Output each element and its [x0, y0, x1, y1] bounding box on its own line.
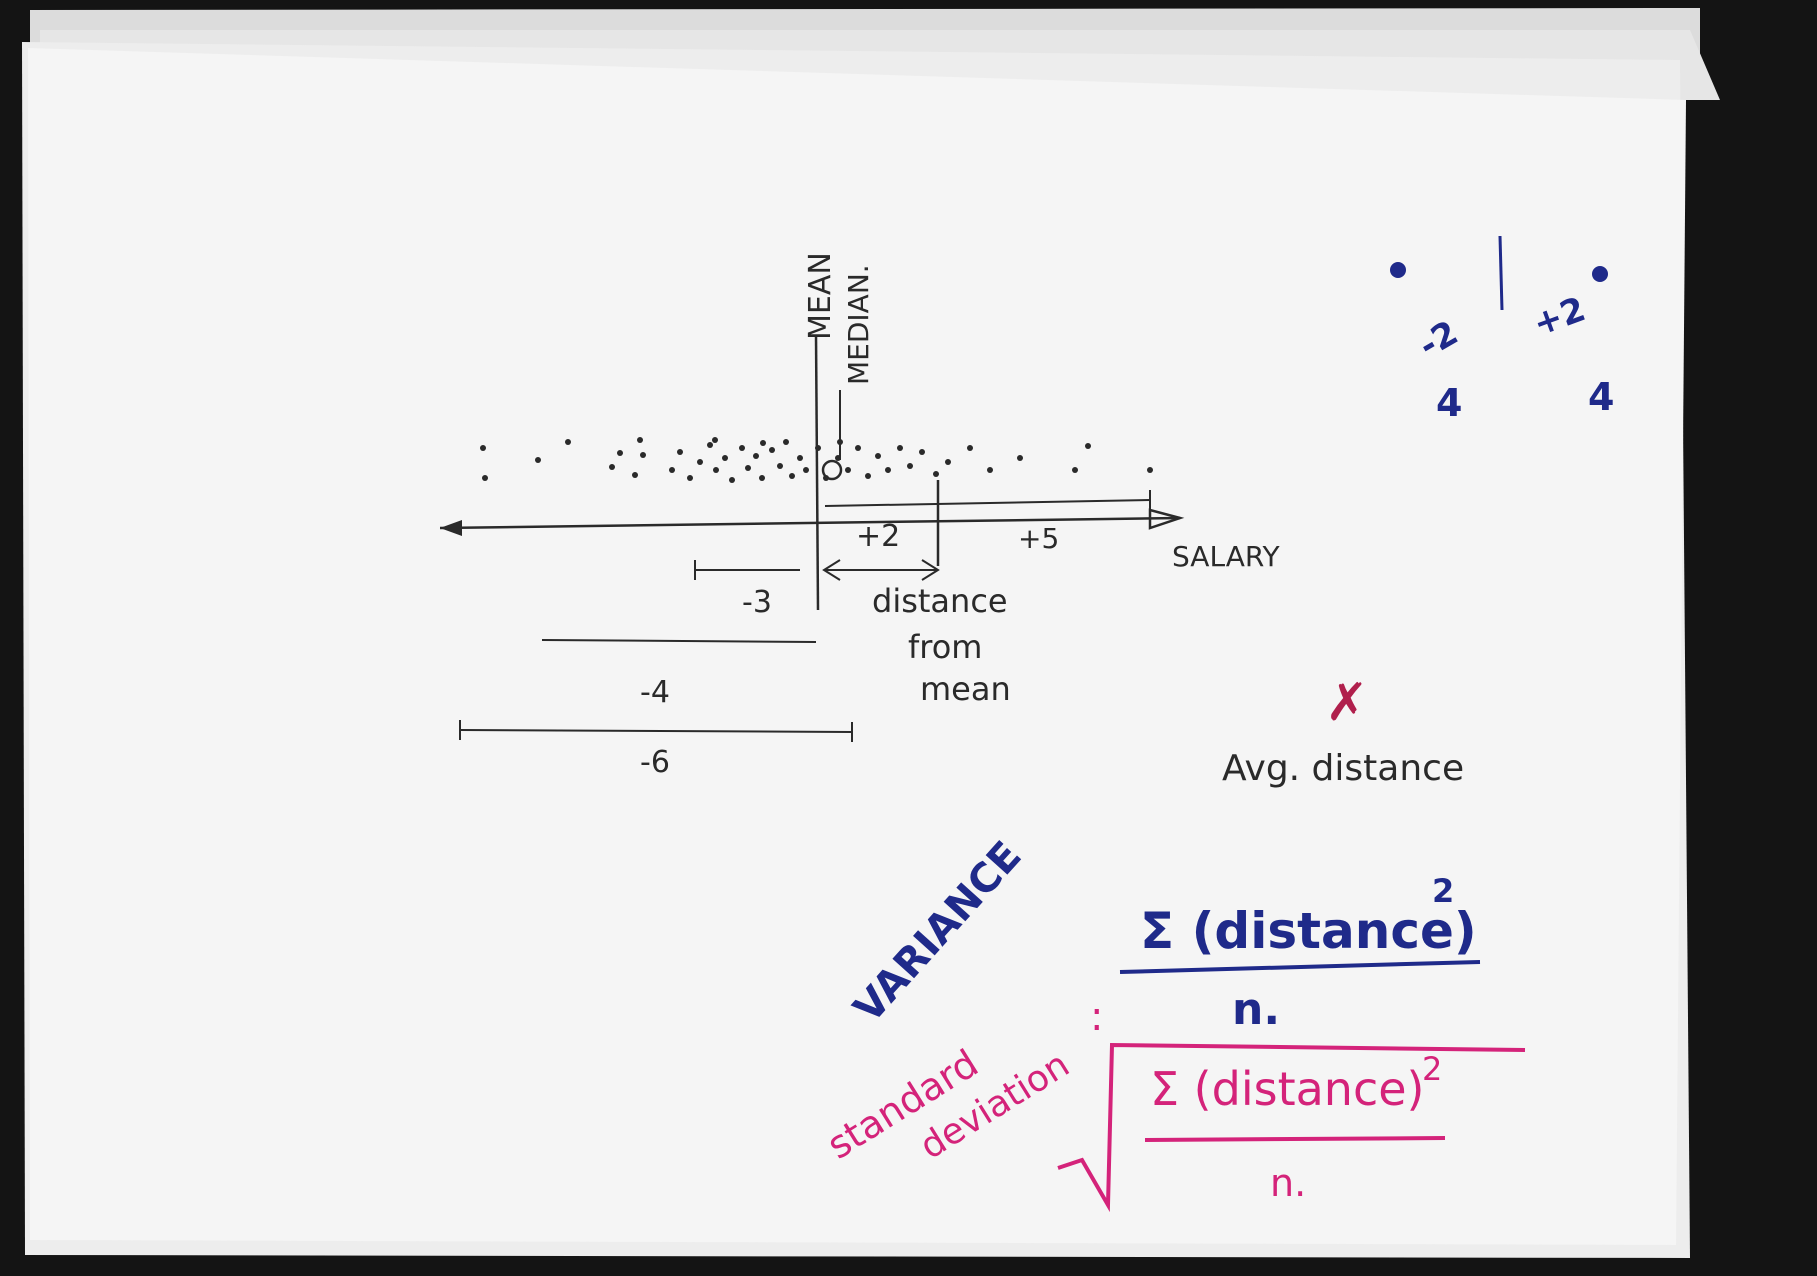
minus4-label: -4 — [640, 675, 670, 710]
std-fraction-bar — [1144, 1136, 1446, 1142]
variance-denominator: n. — [1232, 984, 1280, 1035]
salary-label: SALARY — [1172, 540, 1281, 573]
std-colon: : — [1090, 994, 1103, 1040]
median-label: MEDIAN. — [842, 264, 875, 385]
corner-4-left-label: 4 — [1436, 381, 1462, 425]
corner-center-line — [1498, 235, 1504, 311]
mean-label: MEAN — [803, 252, 838, 340]
plus2-label: +2 — [856, 519, 900, 554]
cross-mark: ✗ — [1325, 673, 1369, 733]
std-denominator: n. — [1270, 1161, 1306, 1205]
corner-right-point — [1592, 266, 1608, 282]
corner-left-point — [1390, 262, 1406, 278]
avg-distance-label: Avg. distance — [1222, 748, 1464, 789]
plus5-label: +5 — [1018, 522, 1059, 555]
std-exponent: 2 — [1422, 1050, 1442, 1088]
minus6-label: -6 — [640, 745, 670, 780]
whiteboard-photo: MEAN MEDIAN. SALARY +5 +2 -3 -4 -6 dista… — [0, 0, 1817, 1276]
distance-note-line3: mean — [920, 670, 1011, 708]
distance-note-line2: from — [908, 628, 982, 666]
variance-exponent: 2 — [1432, 872, 1454, 910]
variance-numerator: Σ (distance) — [1140, 902, 1477, 960]
minus3-label: -3 — [742, 585, 772, 620]
corner-4-right-label: 4 — [1588, 375, 1614, 419]
std-numerator: Σ (distance) — [1150, 1062, 1425, 1116]
distance-note-line1: distance — [872, 582, 1008, 620]
